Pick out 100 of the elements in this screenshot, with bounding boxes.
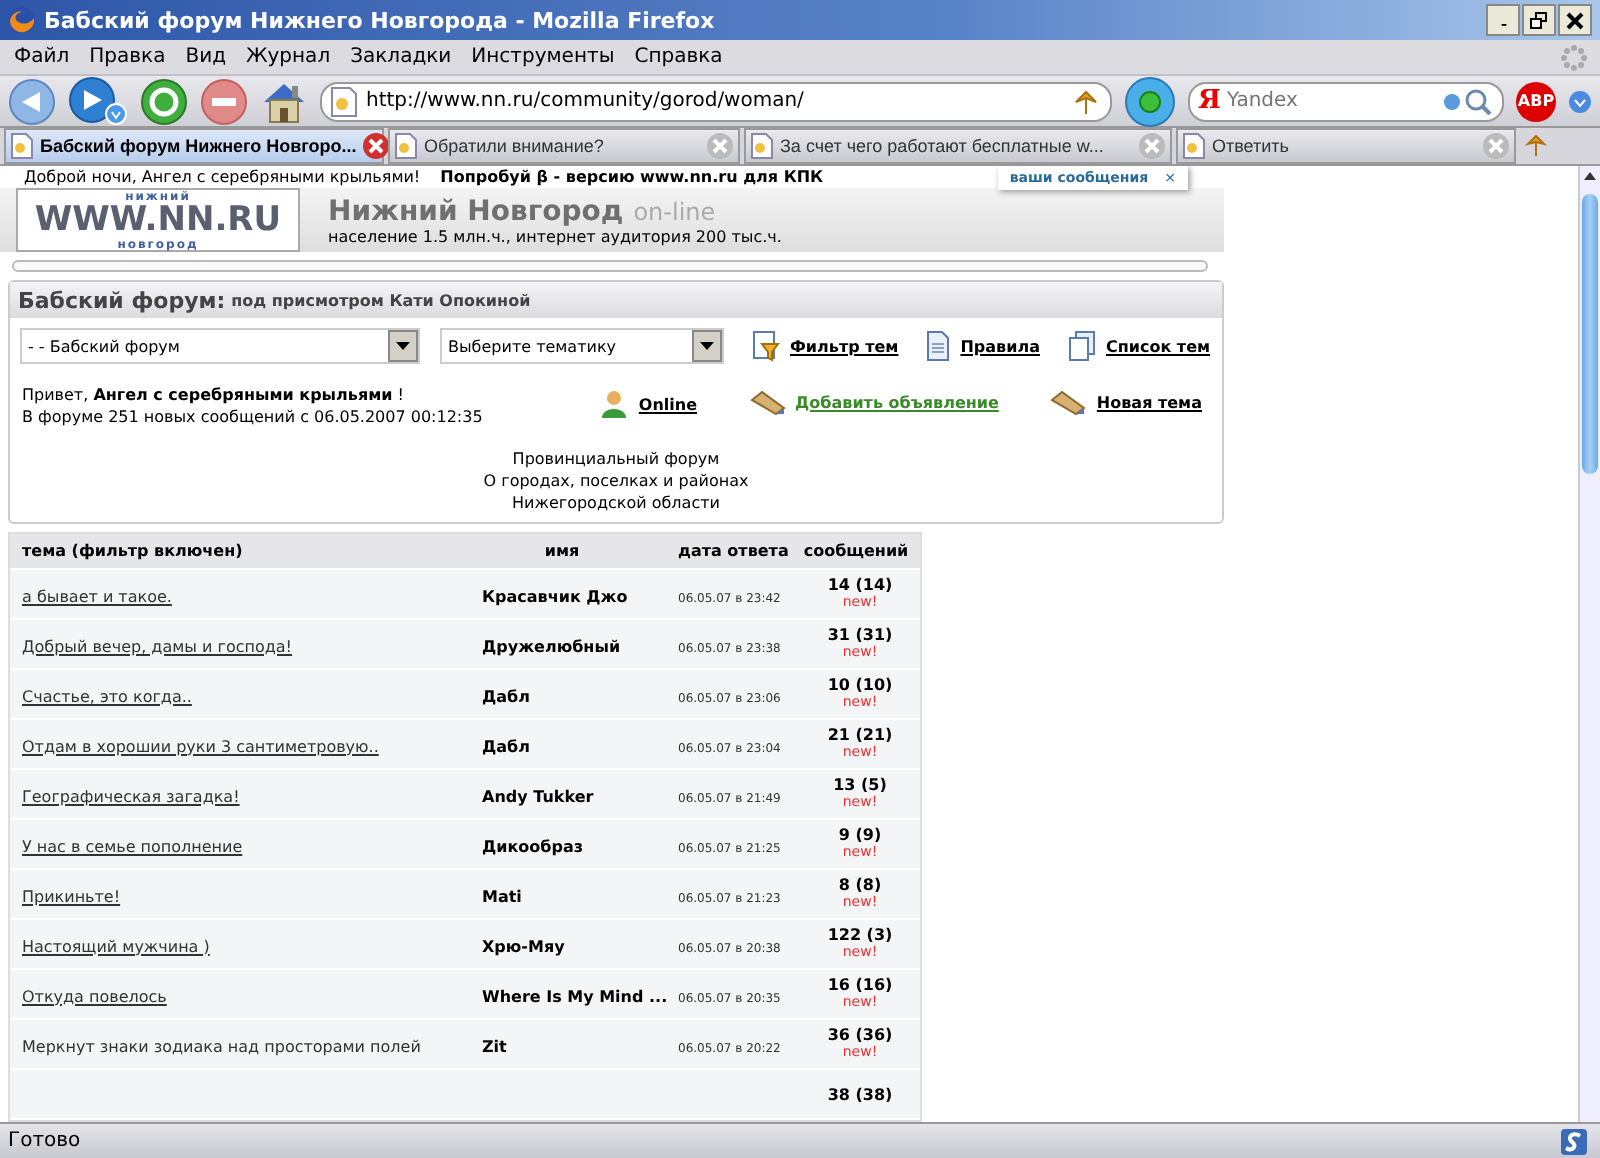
browser-tab[interactable]: Бабский форум Нижнего Новгоро... (4, 128, 384, 164)
author-name: Дикообраз (482, 837, 584, 855)
menu-item[interactable]: Справка (624, 46, 733, 68)
filter-icon (752, 330, 780, 362)
close-icon[interactable] (362, 132, 391, 160)
page-icon (1182, 132, 1206, 160)
author-name: Дружелюбный (482, 637, 621, 655)
message-count: 31 (31) (827, 626, 893, 644)
author-name: Дабл (482, 687, 530, 705)
forward-icon[interactable] (68, 75, 128, 127)
menu-item[interactable]: Правка (79, 46, 176, 68)
forum-description: Провинциальный форум (512, 448, 720, 470)
dropdown-icon[interactable] (1568, 89, 1592, 113)
new-messages-info: В форуме 251 новых сообщений с 06.05.2007 00:12:35 (22, 406, 483, 428)
firefox-icon (8, 6, 36, 34)
dropdown[interactable]: Выберите тематику (440, 328, 724, 364)
author-name: Zit (482, 1037, 507, 1055)
menu-item[interactable]: Вид (175, 46, 236, 68)
throbber-icon (1560, 43, 1588, 71)
topic-link[interactable]: У нас в семье пополнение (22, 837, 243, 855)
status-text: Готово (8, 1130, 81, 1152)
close-button[interactable] (1558, 4, 1592, 36)
forum-link[interactable]: Список тем (1067, 330, 1211, 362)
logo-text: WWW.NN.RU (34, 203, 282, 238)
address-field[interactable]: http://www.nn.ru/community/gorod/woman/ (320, 81, 1112, 121)
stop-icon[interactable] (200, 77, 248, 125)
menu-item[interactable]: Инструменты (461, 46, 625, 68)
restore-icon (1528, 9, 1550, 31)
sync-icon (1560, 1127, 1588, 1155)
forum-link[interactable]: Новая тема (1050, 388, 1202, 416)
close-icon (1564, 9, 1586, 31)
topic-link[interactable]: Откуда повелось (22, 987, 167, 1005)
page-icon (750, 132, 774, 160)
search-icon[interactable] (1442, 87, 1494, 115)
topic-link[interactable]: Счастье, это когда.. (22, 687, 192, 705)
menu-item[interactable]: Закладки (340, 46, 462, 68)
author-name: Дабл (482, 737, 530, 755)
message-count: 122 (3) (827, 926, 893, 944)
site-stats: население 1.5 млн.ч., интернет аудитория 200 тыс.ч. (328, 227, 782, 246)
message-count: 21 (21) (827, 726, 893, 744)
message-count: 38 (38) (827, 1085, 893, 1103)
page-icon (10, 132, 34, 160)
go-icon[interactable] (1124, 75, 1176, 127)
browser-tab[interactable]: Ответить (1176, 128, 1516, 164)
message-count: 16 (16) (827, 976, 893, 994)
message-count: 14 (14) (827, 576, 893, 594)
promo-link[interactable]: Попробуй β - версию www.nn.ru для КПК (440, 168, 824, 187)
column-header: имя (542, 542, 582, 560)
greeting-text: Привет, Ангел с серебряными крыльями ! (22, 384, 406, 406)
message-count: 36 (36) (827, 1026, 893, 1044)
forum-link[interactable]: Фильтр тем (752, 330, 899, 362)
restore-button[interactable] (1522, 4, 1556, 36)
search-bar[interactable]: Я Yandex (1188, 81, 1504, 121)
pencil-icon (1050, 388, 1087, 416)
message-count: 9 (9) (838, 826, 882, 844)
adblock-button[interactable]: ABP (1516, 81, 1556, 121)
topic-link[interactable]: Добрый вечер, дамы и господа! (22, 637, 292, 655)
forum-description: Нижегородской области (512, 492, 720, 514)
topic-link[interactable]: Отдам в хорошии руки 3 сантиметровую.. (22, 737, 379, 755)
column-header: тема (фильтр включен) (20, 542, 245, 560)
message-count: 10 (10) (827, 676, 893, 694)
dropdown[interactable]: - - Бабский форум (20, 328, 420, 364)
forum-link[interactable]: Online (600, 388, 698, 420)
search-engine-logo: Я (1198, 86, 1221, 116)
document-icon (926, 330, 951, 362)
back-icon[interactable] (8, 77, 56, 125)
menu-item[interactable]: Журнал (235, 46, 341, 68)
site-title: Нижний Новгород (328, 195, 624, 228)
forum-link[interactable]: Правила (926, 330, 1040, 362)
topic-link[interactable]: Прикиньте! (22, 887, 121, 905)
topic-link[interactable]: Настоящий мужчина ) (22, 937, 210, 955)
browser-tab[interactable]: За счет чего работают бесплатные w... (744, 128, 1172, 164)
reload-icon[interactable] (140, 77, 188, 125)
forum-description: О городах, поселках и районах (483, 470, 749, 492)
window-title: Бабский форум Нижнего Новгорода - Mozilla Firefox (44, 7, 717, 33)
forum-subtitle: под присмотром Кати Опокиной (231, 291, 531, 309)
column-header: сообщений (801, 542, 911, 560)
message-count: 8 (8) (838, 876, 882, 894)
scrollbar[interactable] (1578, 166, 1600, 1122)
topic-title: Меркнут знаки зодиака над просторами полей (22, 1037, 421, 1055)
site-tagline: on-line (633, 197, 716, 226)
menu-item[interactable]: Файл (4, 46, 80, 68)
author-name: Красавчик Джо (482, 587, 628, 605)
forum-link[interactable]: Добавить объявление (749, 388, 999, 416)
author-name: Mati (482, 887, 522, 905)
forum-title: Бабский форум: (18, 287, 226, 313)
message-count: 13 (5) (833, 776, 887, 794)
documents-icon (1067, 330, 1096, 362)
browser-tab[interactable]: Обратили внимание? (388, 128, 740, 164)
user-icon (600, 388, 629, 420)
pencil-icon (749, 388, 786, 416)
author-name: Хрю-Мяу (482, 937, 565, 955)
page-icon (330, 85, 358, 117)
scroll-thumb[interactable] (1582, 194, 1598, 474)
author-name: Where Is My Mind ... (482, 987, 668, 1005)
topic-link[interactable]: Географическая загадка! (22, 787, 240, 805)
greeting-text: Доброй ночи, Ангел с серебряными крыльями! (24, 168, 421, 187)
column-header: дата ответа (678, 542, 791, 560)
author-name: Andy Tukker (482, 787, 594, 805)
topic-link[interactable]: а бывает и такое. (22, 587, 172, 605)
